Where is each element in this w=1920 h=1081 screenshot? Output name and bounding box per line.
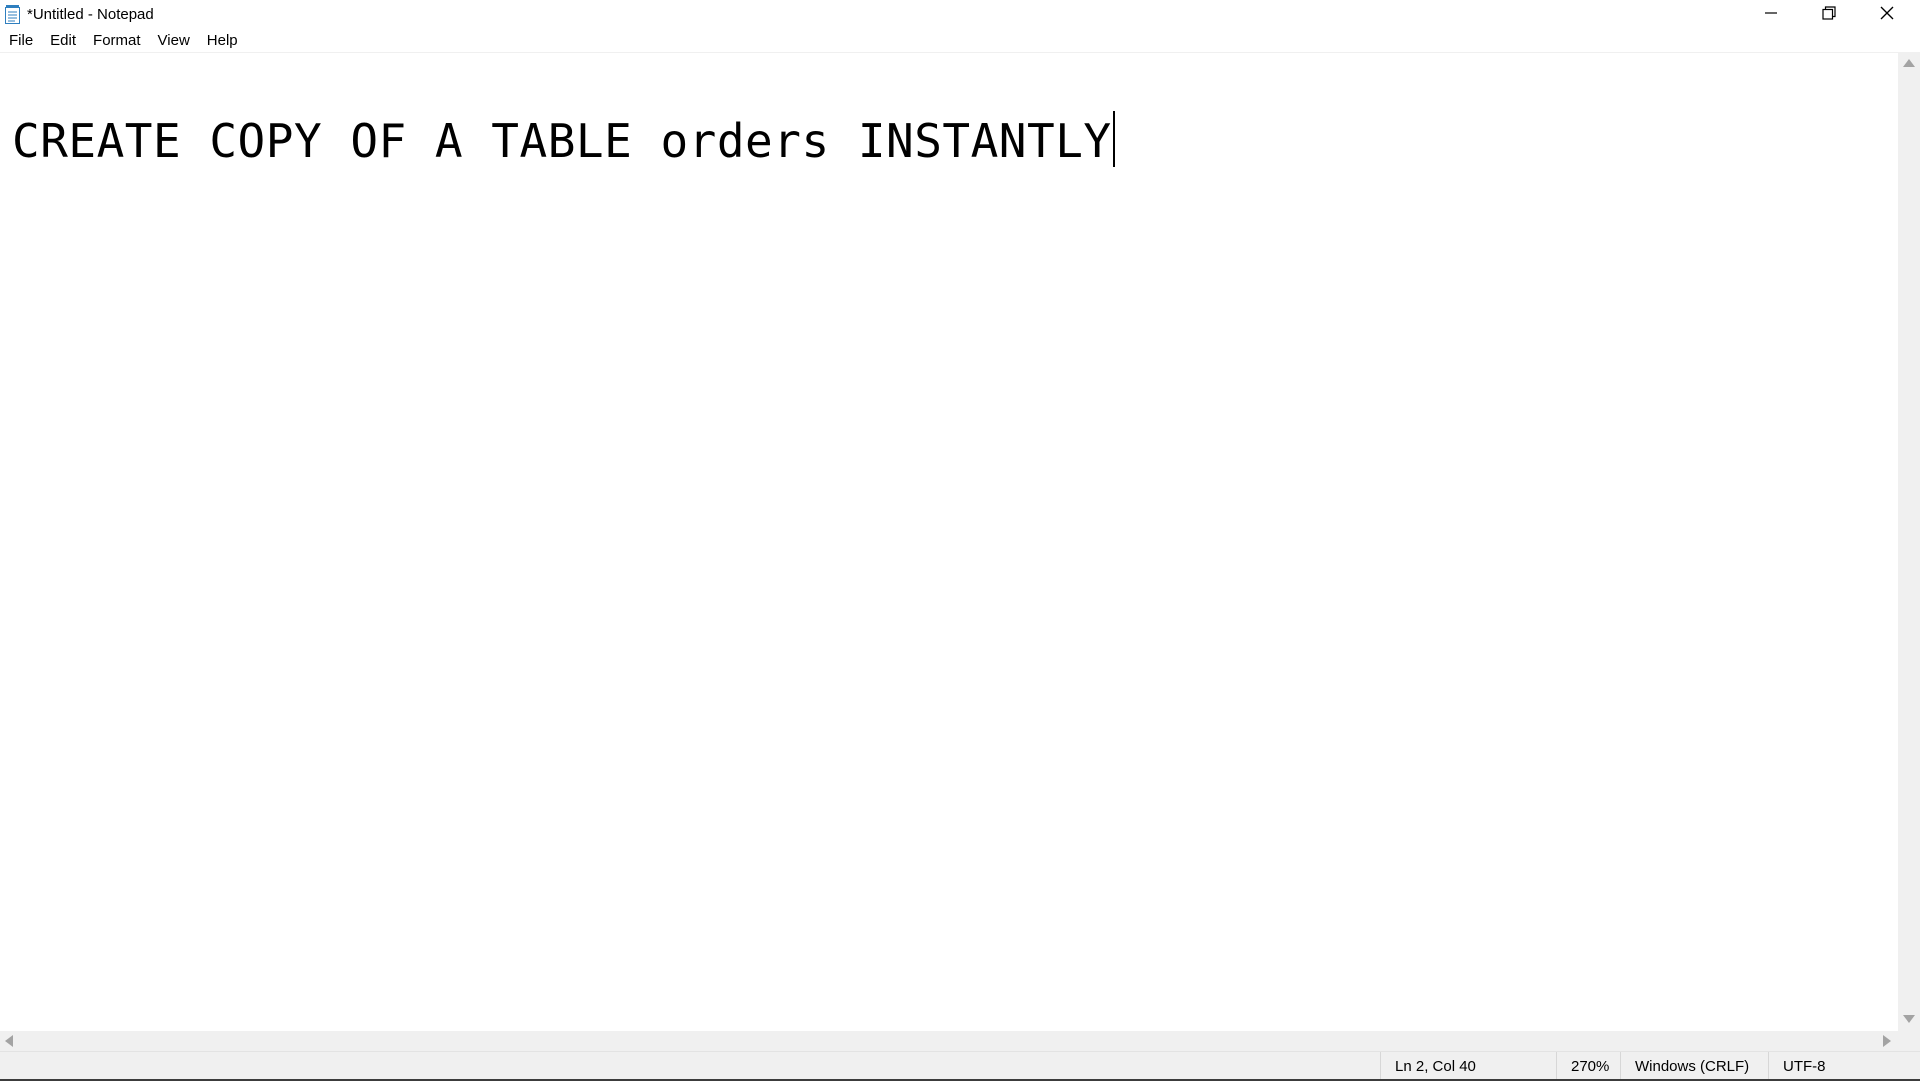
restore-icon xyxy=(1822,5,1836,25)
minimize-icon xyxy=(1765,6,1777,24)
menu-view[interactable]: View xyxy=(149,30,198,52)
notepad-window: *Untitled - Notepad File Edit Format Vie… xyxy=(0,0,1920,1081)
editor-text: CREATE COPY OF A TABLE orders INSTANTLY xyxy=(12,114,1112,168)
scrollbar-corner xyxy=(1898,1031,1920,1051)
window-title: *Untitled - Notepad xyxy=(27,6,154,23)
scroll-left-icon[interactable] xyxy=(5,1035,13,1047)
horizontal-scrollbar[interactable] xyxy=(0,1031,1898,1051)
menu-file[interactable]: File xyxy=(0,30,41,52)
scroll-up-icon[interactable] xyxy=(1903,59,1915,67)
text-editor[interactable]: CREATE COPY OF A TABLE orders INSTANTLY xyxy=(0,53,1898,1031)
scroll-right-icon[interactable] xyxy=(1883,1035,1891,1047)
cursor-position: Ln 2, Col 40 xyxy=(1380,1052,1556,1081)
text-caret xyxy=(1112,111,1115,167)
scroll-down-icon[interactable] xyxy=(1903,1015,1915,1023)
encoding: UTF-8 xyxy=(1768,1052,1920,1081)
menu-edit[interactable]: Edit xyxy=(41,30,84,52)
minimize-button[interactable] xyxy=(1742,0,1800,30)
restore-button[interactable] xyxy=(1800,0,1858,30)
vertical-scrollbar[interactable] xyxy=(1898,53,1920,1031)
menu-format[interactable]: Format xyxy=(84,30,149,52)
zoom-level: 270% xyxy=(1556,1052,1620,1081)
line-ending: Windows (CRLF) xyxy=(1620,1052,1768,1081)
notepad-icon xyxy=(5,5,20,24)
menu-help[interactable]: Help xyxy=(198,30,246,52)
close-button[interactable] xyxy=(1858,0,1916,30)
title-bar[interactable]: *Untitled - Notepad xyxy=(0,0,1920,30)
menu-bar: File Edit Format View Help xyxy=(0,30,1920,53)
editor-text-line[interactable]: CREATE COPY OF A TABLE orders INSTANTLY xyxy=(12,111,1115,171)
close-icon xyxy=(1880,6,1894,25)
status-bar: Ln 2, Col 40 270% Windows (CRLF) UTF-8 xyxy=(0,1051,1920,1081)
